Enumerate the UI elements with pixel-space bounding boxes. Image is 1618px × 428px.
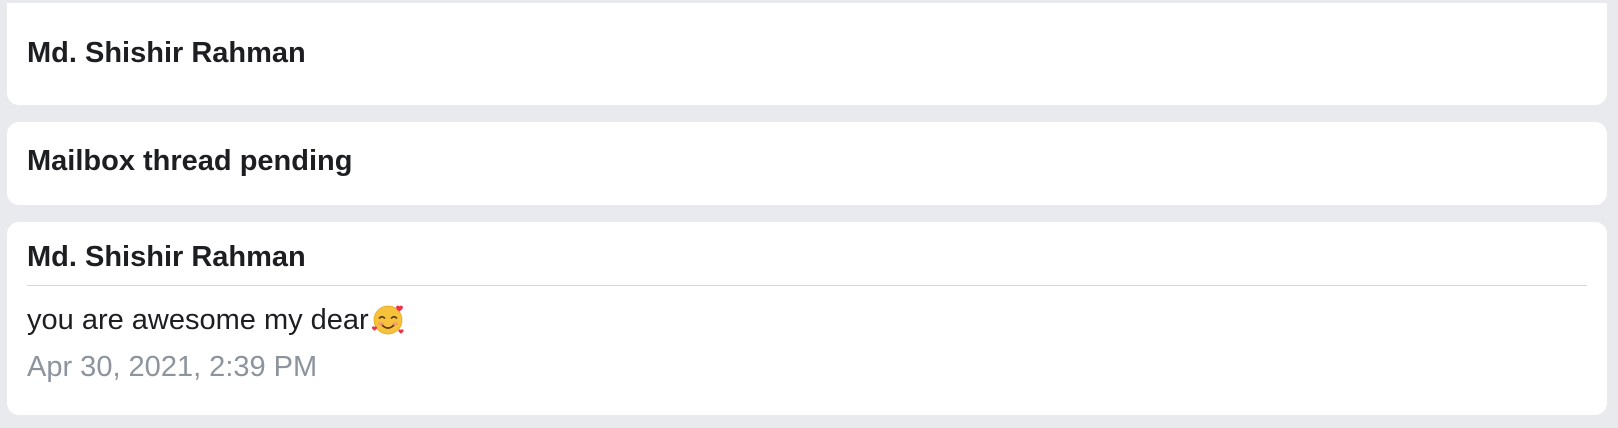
sender-name[interactable]: Md. Shishir Rahman bbox=[27, 39, 306, 68]
sender-card: Md. Shishir Rahman bbox=[7, 3, 1607, 105]
message-text: you are awesome my dear bbox=[27, 304, 369, 336]
message-card: Md. Shishir Rahman you are awesome my de… bbox=[7, 222, 1607, 415]
message-timestamp: Apr 30, 2021, 2:39 PM bbox=[27, 351, 318, 383]
divider bbox=[27, 285, 1587, 286]
message-sender-name[interactable]: Md. Shishir Rahman bbox=[27, 243, 306, 272]
message-body: you are awesome my dear bbox=[27, 301, 406, 337]
thread-status-label: Mailbox thread pending bbox=[27, 145, 353, 177]
thread-status-card: Mailbox thread pending bbox=[7, 122, 1607, 205]
smiling-face-with-hearts-icon bbox=[371, 305, 404, 335]
